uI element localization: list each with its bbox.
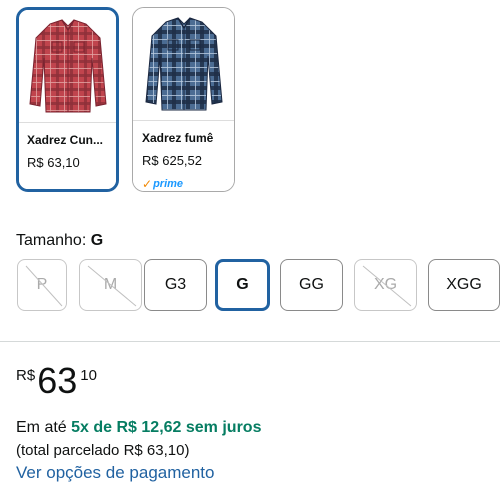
size-option-m[interactable]: M	[79, 259, 142, 311]
blue-plaid-shirt-image	[133, 8, 234, 120]
price-symbol: R$	[16, 367, 36, 384]
prime-badge: ✓ prime	[142, 177, 234, 191]
size-option-gg[interactable]: GG	[280, 259, 343, 311]
variant-price: R$ 63,10	[27, 155, 80, 170]
size-options: P M G3 G GG XG XGG	[17, 259, 500, 311]
prime-check-icon: ✓	[142, 177, 153, 191]
price-whole: 63	[37, 360, 78, 401]
variant-name: Xadrez fumê	[142, 131, 214, 145]
variant-price: R$ 625,52	[142, 153, 202, 168]
installment-info: Em até 5x de R$ 12,62 sem juros	[16, 419, 262, 436]
price-fraction: 10	[80, 367, 97, 384]
red-plaid-shirt-image	[19, 10, 116, 122]
installment-highlight: 5x de R$ 12,62 sem juros	[71, 419, 262, 436]
variant-card-blue-plaid[interactable]: Xadrez fumê R$ 625,52 ✓ prime	[132, 7, 235, 192]
size-option-g[interactable]: G	[215, 259, 270, 311]
size-option-g3[interactable]: G3	[144, 259, 207, 311]
size-option-xg[interactable]: XG	[354, 259, 417, 311]
price-display: R$ 63 10	[16, 361, 97, 401]
size-label: Tamanho: G	[16, 232, 104, 249]
payment-options-link[interactable]: Ver opções de pagamento	[16, 463, 214, 483]
variant-card-red-plaid[interactable]: Xadrez Cun... R$ 63,10	[16, 7, 119, 192]
prime-label: prime	[153, 178, 184, 190]
variant-name: Xadrez Cun...	[27, 133, 104, 147]
selected-size-value: G	[90, 232, 104, 249]
section-divider	[0, 341, 500, 342]
installment-total: (total parcelado R$ 63,10)	[16, 442, 190, 459]
size-option-p[interactable]: P	[17, 259, 67, 311]
size-option-xgg[interactable]: XGG	[428, 259, 500, 311]
